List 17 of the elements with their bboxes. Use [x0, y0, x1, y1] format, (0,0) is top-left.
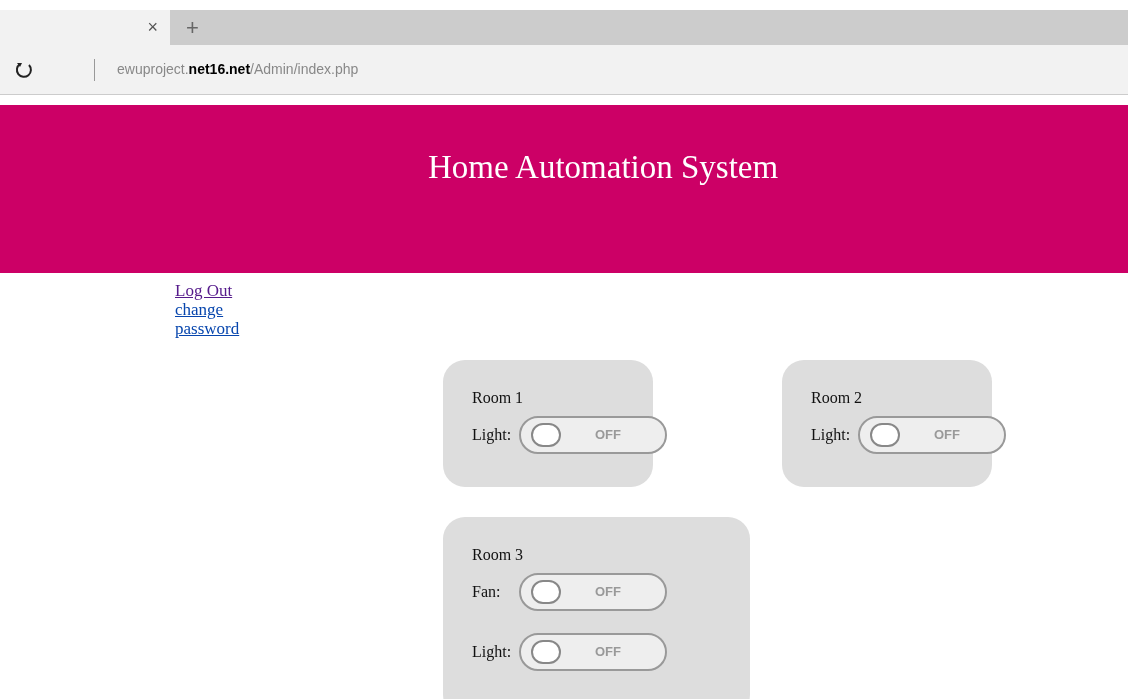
link[interactable]: change password	[175, 300, 275, 338]
device-label: Light:	[811, 425, 852, 446]
device-label: Light:	[472, 425, 513, 446]
room-name: Room 3	[472, 545, 524, 565]
page-title: Home Automation System	[428, 148, 780, 187]
room-name: Room 1	[472, 388, 524, 408]
toggle-switch[interactable]: OFF	[858, 416, 1006, 454]
toggle-switch[interactable]: OFF	[519, 416, 667, 454]
toggle-switch[interactable]: OFF	[519, 573, 667, 611]
new-tab-button[interactable]: +	[186, 11, 199, 44]
address-field[interactable]: ewuproject.net16.net/Admin/index.php	[117, 59, 359, 80]
room-name: Room 2	[811, 388, 863, 408]
close-tab-button[interactable]: ×	[147, 14, 158, 41]
device-label: Fan:	[472, 582, 502, 602]
link[interactable]: Log Out	[175, 281, 275, 300]
device-label: Light:	[472, 642, 513, 663]
toggle-switch[interactable]: OFF	[519, 633, 667, 671]
